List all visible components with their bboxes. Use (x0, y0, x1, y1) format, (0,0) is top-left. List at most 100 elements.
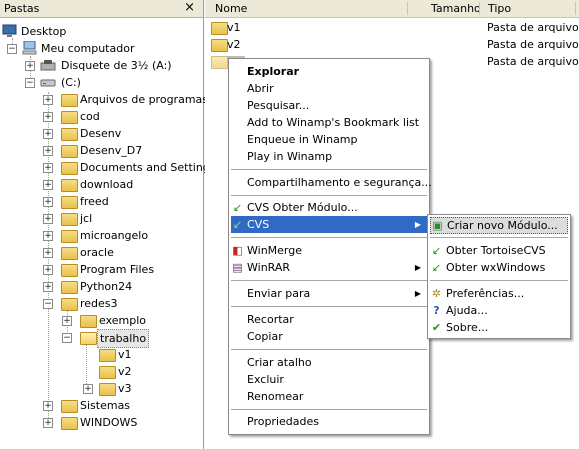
tree-item-my-computer[interactable]: − Meu computador (0, 40, 200, 57)
column-header-name[interactable]: Nome (215, 2, 247, 15)
expand-icon[interactable]: + (43, 129, 53, 139)
expand-icon[interactable]: + (43, 112, 53, 122)
expand-icon[interactable]: + (43, 282, 53, 292)
list-row[interactable]: v2 Pasta de arquivos (205, 36, 579, 53)
tree-item-exemplo[interactable]: + exemplo (0, 312, 200, 329)
menu-item-recortar[interactable]: Recortar (231, 311, 427, 328)
menu-item-play-winamp[interactable]: Play in Winamp (231, 148, 427, 165)
list-row[interactable]: v1 Pasta de arquivos (205, 19, 579, 36)
tree-item-label: cod (80, 110, 100, 123)
collapse-icon[interactable]: − (7, 44, 17, 54)
expand-icon[interactable]: + (83, 384, 93, 394)
tree-item-oracle[interactable]: + oracle (0, 244, 200, 261)
menu-item-label: Renomear (247, 390, 304, 403)
tree-item-label: Arquivos de programas (80, 93, 209, 106)
tree-item-desenv[interactable]: + Desenv (0, 125, 200, 142)
tree-item-program-files[interactable]: + Program Files (0, 261, 200, 278)
menu-item-winamp-bookmark[interactable]: Add to Winamp's Bookmark list (231, 114, 427, 131)
tree-item-label: Desenv_D7 (80, 144, 143, 157)
tree-item-label: Python24 (80, 280, 133, 293)
tree-item-v1[interactable]: v1 (0, 346, 200, 363)
folder-icon (61, 417, 78, 430)
folder-icon (61, 128, 78, 141)
list-row-type: Pasta de arquivos (487, 38, 579, 51)
tree-item-redes3[interactable]: − redes3 (0, 295, 200, 312)
column-divider[interactable] (479, 2, 480, 15)
expand-icon[interactable]: + (43, 265, 53, 275)
close-icon[interactable]: × (184, 0, 195, 15)
expand-icon[interactable]: + (43, 248, 53, 258)
collapse-icon[interactable]: − (25, 78, 35, 88)
checkout-icon: ↙ (431, 261, 442, 274)
tree-item-v2[interactable]: v2 (0, 363, 200, 380)
menu-item-criar-modulo[interactable]: ▣ Criar novo Módulo... (430, 217, 568, 234)
tree-item-desenv-d7[interactable]: + Desenv_D7 (0, 142, 200, 159)
expand-icon[interactable]: + (43, 146, 53, 156)
menu-item-pesquisar[interactable]: Pesquisar... (231, 97, 427, 114)
tree-item-label: microangelo (80, 229, 149, 242)
menu-item-compartilhamento[interactable]: Compartilhamento e segurança... (231, 174, 432, 191)
folder-icon (61, 230, 78, 243)
menu-item-label: Obter TortoiseCVS (446, 244, 546, 257)
collapse-icon[interactable]: − (43, 299, 53, 309)
tree-item-desktop[interactable]: Desktop (0, 23, 200, 40)
menu-item-cvs[interactable]: ↙ CVS ▶ (231, 216, 427, 233)
tree-item-floppy[interactable]: + Disquete de 3½ (A:) (0, 57, 200, 74)
menu-item-obter-tortoise[interactable]: ↙ Obter TortoiseCVS (430, 242, 568, 259)
menu-item-sobre[interactable]: ✔ Sobre... (430, 319, 568, 336)
menu-item-explorar[interactable]: Explorar (231, 63, 427, 80)
menu-item-criar-atalho[interactable]: Criar atalho (231, 354, 427, 371)
tree-item-download[interactable]: + download (0, 176, 200, 193)
expand-icon[interactable]: + (43, 401, 53, 411)
menu-item-label: Ajuda... (446, 304, 488, 317)
tree-item-drive-c[interactable]: − (C:) (0, 74, 200, 91)
menu-item-enqueue-winamp[interactable]: Enqueue in Winamp (231, 131, 427, 148)
tree-item-freed[interactable]: + freed (0, 193, 200, 210)
folder-icon (61, 213, 78, 226)
tree-item-documents-and-settings[interactable]: + Documents and Settings (0, 159, 216, 176)
tree-item-sistemas[interactable]: + Sistemas (0, 397, 200, 414)
menu-item-obter-wx[interactable]: ↙ Obter wxWindows (430, 259, 568, 276)
expand-icon[interactable]: + (43, 197, 53, 207)
column-divider[interactable] (407, 2, 408, 15)
tree-item-label: freed (80, 195, 109, 208)
tree-item-v3[interactable]: + v3 (0, 380, 200, 397)
list-row-name: v2 (227, 38, 241, 51)
menu-item-copiar[interactable]: Copiar (231, 328, 427, 345)
tree-item-windows[interactable]: + WINDOWS (0, 414, 200, 431)
expand-icon[interactable]: + (43, 163, 53, 173)
expand-icon[interactable]: + (43, 180, 53, 190)
menu-item-winmerge[interactable]: ◧ WinMerge (231, 242, 427, 259)
expand-icon[interactable]: + (62, 316, 72, 326)
tree-item-python24[interactable]: + Python24 (0, 278, 200, 295)
expand-icon[interactable]: + (43, 231, 53, 241)
menu-item-propriedades[interactable]: Propriedades (231, 413, 427, 430)
collapse-icon[interactable]: − (62, 333, 72, 343)
menu-item-ajuda[interactable]: ? Ajuda... (430, 302, 568, 319)
tree-item-cod[interactable]: + cod (0, 108, 200, 125)
menu-item-renomear[interactable]: Renomear (231, 388, 427, 405)
tree-item-label: (C:) (61, 76, 81, 89)
expand-icon[interactable]: + (25, 61, 35, 71)
expand-icon[interactable]: + (43, 214, 53, 224)
menu-item-abrir[interactable]: Abrir (231, 80, 427, 97)
menu-item-winrar[interactable]: ▤ WinRAR ▶ (231, 259, 427, 276)
menu-item-enviar-para[interactable]: Enviar para ▶ (231, 285, 427, 302)
tree-item-jcl[interactable]: + jcl (0, 210, 200, 227)
folder-icon (61, 281, 78, 294)
tree-item-microangelo[interactable]: + microangelo (0, 227, 200, 244)
tree-item-trabalho[interactable]: − trabalho (0, 329, 200, 348)
column-divider[interactable] (575, 2, 576, 15)
folder-icon (61, 247, 78, 260)
tree-item-arquivos-de-programas[interactable]: + Arquivos de programas (0, 91, 208, 108)
menu-item-preferencias[interactable]: ✲ Preferências... (430, 285, 568, 302)
submenu-arrow-icon: ▶ (414, 263, 421, 272)
folder-icon (61, 111, 78, 124)
menu-item-cvs-obter[interactable]: ↙ CVS Obter Módulo... (231, 199, 427, 216)
tree-item-label: WINDOWS (80, 416, 138, 429)
column-header-type[interactable]: Tipo (488, 2, 511, 15)
menu-item-excluir[interactable]: Excluir (231, 371, 427, 388)
column-header-size[interactable]: Tamanho (431, 2, 481, 15)
expand-icon[interactable]: + (43, 418, 53, 428)
expand-icon[interactable]: + (43, 95, 53, 105)
